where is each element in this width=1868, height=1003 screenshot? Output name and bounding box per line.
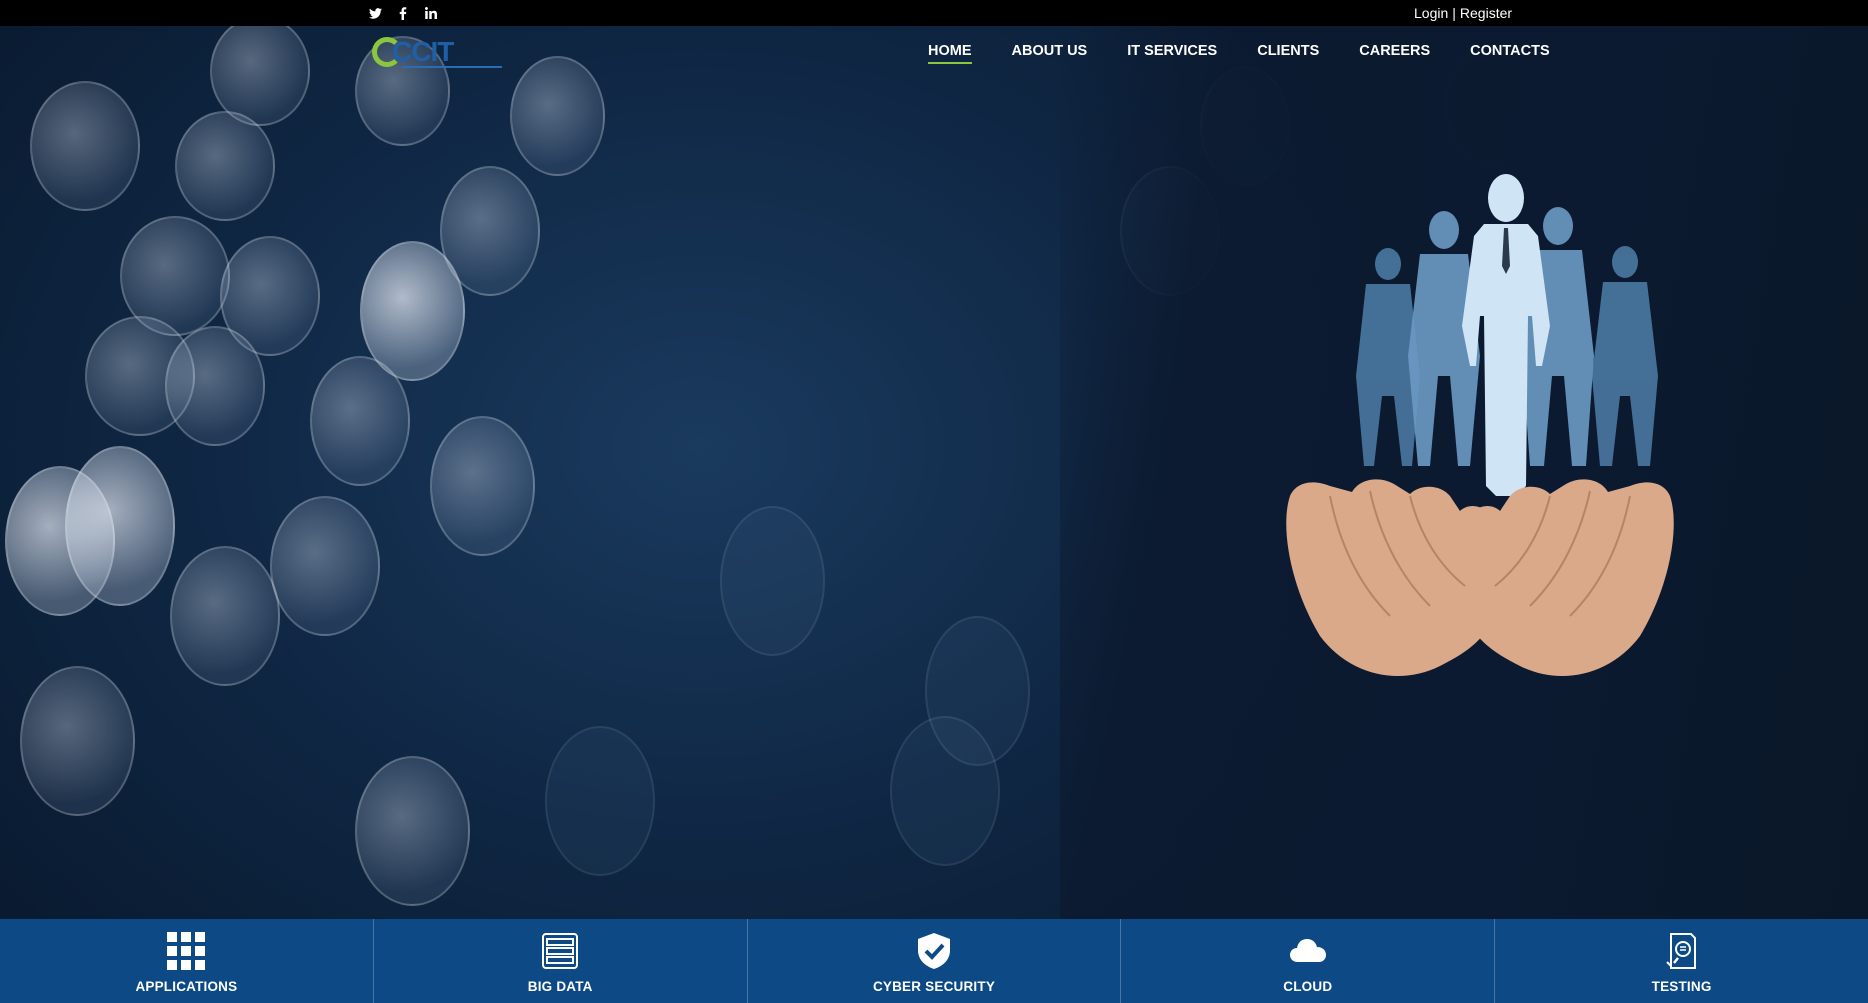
hands-holding-people-image [1286, 174, 1674, 676]
bokeh-light [545, 726, 655, 876]
social-links [368, 4, 438, 22]
nav-item-about-us[interactable]: ABOUT US [992, 42, 1108, 66]
bokeh-light [890, 716, 1000, 866]
login-link[interactable]: Login [1414, 5, 1448, 21]
server-icon [540, 931, 580, 971]
bokeh-light [430, 416, 535, 556]
auth-separator: | [1452, 5, 1456, 21]
service-testing[interactable]: TESTING [1495, 919, 1868, 1003]
top-bar: Login | Register [0, 0, 1868, 26]
hero-banner [0, 26, 1868, 919]
site-logo[interactable]: CCIT [372, 34, 512, 70]
auth-links: Login | Register [1414, 5, 1512, 21]
cloud-icon [1288, 931, 1328, 971]
linkedin-icon[interactable] [424, 5, 438, 21]
service-cloud[interactable]: CLOUD [1121, 919, 1496, 1003]
nav-item-careers[interactable]: CAREERS [1339, 42, 1450, 66]
facebook-icon[interactable] [396, 5, 410, 21]
service-label: BIG DATA [527, 979, 593, 994]
service-applications[interactable]: APPLICATIONS [0, 919, 374, 1003]
grid-icon [166, 931, 206, 971]
bokeh-light [175, 111, 275, 221]
service-label: CYBER SECURITY [872, 979, 996, 994]
bokeh-light [720, 506, 825, 656]
bokeh-light [30, 81, 140, 211]
service-label: TESTING [1651, 979, 1712, 994]
logo-mark [372, 37, 402, 67]
service-cyber-security[interactable]: CYBER SECURITY [748, 919, 1122, 1003]
logo-tagline-bar [402, 66, 502, 68]
nav-item-clients[interactable]: CLIENTS [1237, 42, 1339, 66]
bokeh-light [165, 326, 265, 446]
service-label: CLOUD [1283, 979, 1333, 994]
bokeh-light [510, 56, 605, 176]
register-link[interactable]: Register [1460, 5, 1512, 21]
nav-item-contacts[interactable]: CONTACTS [1450, 42, 1569, 66]
bokeh-light [270, 496, 380, 636]
shield-check-icon [914, 931, 954, 971]
bokeh-light [310, 356, 410, 486]
bokeh-light [20, 666, 135, 816]
service-big-data[interactable]: BIG DATA [374, 919, 748, 1003]
document-search-icon [1662, 931, 1702, 971]
nav-item-home[interactable]: HOME [908, 42, 992, 66]
services-bar: APPLICATIONS BIG DATA CYBER SECURITY CLO… [0, 919, 1868, 1003]
service-label: APPLICATIONS [135, 979, 238, 994]
twitter-icon[interactable] [368, 5, 382, 21]
bokeh-light [170, 546, 280, 686]
main-nav: HOME ABOUT US IT SERVICES CLIENTS CAREER… [908, 42, 1570, 66]
bokeh-light [65, 446, 175, 606]
nav-item-it-services[interactable]: IT SERVICES [1107, 42, 1237, 66]
bokeh-light [355, 756, 470, 906]
